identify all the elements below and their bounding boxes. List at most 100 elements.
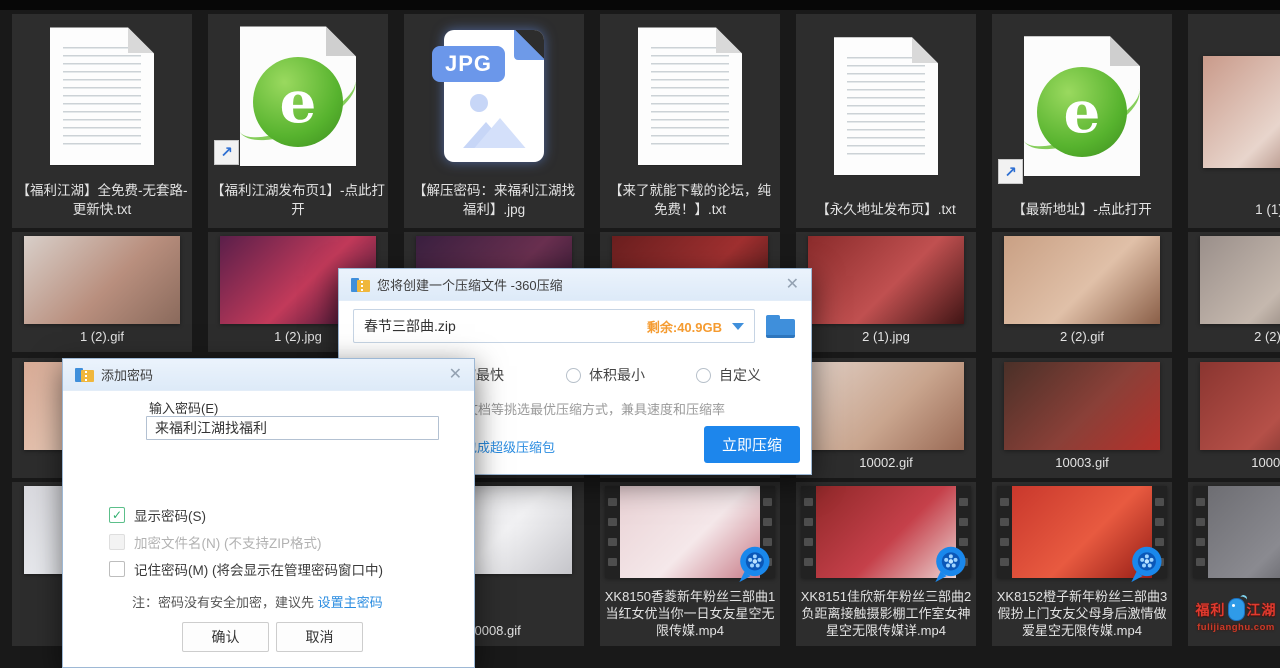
- file-tile[interactable]: 10003.gif: [992, 358, 1172, 478]
- radio-custom-label: 自定义: [719, 365, 761, 385]
- file-label: XK8152橙子新年粉丝三部曲3假扮上门女友父母身后激情做爱星空无限传媒.mp4: [992, 587, 1172, 646]
- browser-shortcut-icon: e↗: [992, 14, 1172, 198]
- filmstrip-edge: [997, 486, 1012, 578]
- compress-now-button[interactable]: 立即压缩: [704, 426, 800, 463]
- jpg-file-icon: JPG: [404, 14, 584, 179]
- file-tile[interactable]: 【永久地址发布页】.txt: [796, 14, 976, 228]
- file-tile[interactable]: 1 (2).gif: [12, 232, 192, 352]
- image-thumbnail: [1004, 362, 1160, 450]
- radio-icon: [566, 368, 581, 383]
- remember-password-label: 记住密码(M) (将会显示在管理密码窗口中): [134, 559, 383, 579]
- media-player-icon: [735, 544, 773, 584]
- password-input[interactable]: [146, 416, 439, 440]
- text-file-icon: [796, 14, 976, 198]
- password-note: 注：密码没有安全加密，建议先 设置主密码: [132, 592, 383, 611]
- archive-app-icon: [351, 277, 370, 293]
- remember-password-checkbox[interactable]: 记住密码(M) (将会显示在管理密码窗口中): [109, 559, 383, 579]
- checkbox-unchecked-icon: [109, 561, 125, 577]
- radio-smallest[interactable]: 体积最小: [566, 365, 645, 385]
- media-player-icon: [931, 544, 969, 584]
- file-label: 1 (1).gif: [1188, 198, 1280, 228]
- file-label: 【永久地址发布页】.txt: [796, 198, 976, 228]
- file-tile[interactable]: JPG【解压密码：来福利江湖找福利】.jpg: [404, 14, 584, 228]
- file-label: 【来了就能下载的论坛，纯免费！】.txt: [600, 179, 780, 228]
- text-file-icon: [12, 14, 192, 179]
- shortcut-arrow-icon: ↗: [214, 140, 239, 165]
- radio-icon: [696, 368, 711, 383]
- media-player-icon: [1127, 544, 1165, 584]
- show-password-checkbox[interactable]: ✓ 显示密码(S): [109, 505, 206, 525]
- file-label: XK8151佳欣新年粉丝三部曲2负距离接触摄影棚工作室女神星空无限传媒详.mp4: [796, 587, 976, 646]
- text-file-icon: [600, 14, 780, 179]
- watermark-url: fulijianghu.com: [1193, 622, 1279, 633]
- browser-shortcut-icon: e↗: [208, 14, 388, 179]
- image-thumbnail: [1203, 56, 1280, 168]
- file-label: 【解压密码：来福利江湖找福利】.jpg: [404, 179, 584, 228]
- encrypt-filename-label: 加密文件名(N) (不支持ZIP格式): [134, 532, 321, 552]
- file-label: 【福利江湖发布页1】-点此打开: [208, 179, 388, 228]
- file-label: 2 (1).jpg: [796, 327, 976, 352]
- image-thumbnail: [1200, 362, 1280, 450]
- image-thumbnail: [24, 236, 180, 324]
- password-field-label: 输入密码(E): [149, 398, 218, 417]
- confirm-button[interactable]: 确认: [182, 622, 269, 652]
- file-tile[interactable]: 1 (1).gif: [1188, 14, 1280, 228]
- file-label: 10002.gif: [796, 453, 976, 478]
- file-label: 【最新地址】-点此打开: [992, 198, 1172, 228]
- radio-smallest-label: 体积最小: [589, 365, 645, 385]
- compression-description: 文档等挑选最优压缩方式，兼具速度和压缩率: [465, 399, 725, 418]
- file-tile[interactable]: 10004.gif: [1188, 358, 1280, 478]
- file-label: XK8150香菱新年粉丝三部曲1当红女优当你一日女友星空无限传媒.mp4: [600, 587, 780, 646]
- mouse-mascot-icon: [1228, 598, 1245, 621]
- file-tile[interactable]: e↗【最新地址】-点此打开: [992, 14, 1172, 228]
- filmstrip-edge: [605, 486, 620, 578]
- file-label: 【福利江湖】全免费-无套路-更新快.txt: [12, 179, 192, 228]
- set-master-password-link[interactable]: 设置主密码: [318, 595, 383, 610]
- note-text: 注：密码没有安全加密，建议先: [132, 595, 318, 610]
- browse-folder-icon[interactable]: [766, 315, 796, 339]
- file-tile[interactable]: 【福利江湖】全免费-无套路-更新快.txt: [12, 14, 192, 228]
- filmstrip-edge: [1193, 486, 1208, 578]
- file-tile[interactable]: e↗【福利江湖发布页1】-点此打开: [208, 14, 388, 228]
- image-thumbnail: [1200, 236, 1280, 324]
- cancel-button[interactable]: 取消: [276, 622, 363, 652]
- filmstrip-edge: [801, 486, 816, 578]
- video-thumbnail: [1193, 486, 1280, 578]
- file-label: 10003.gif: [992, 453, 1172, 478]
- file-tile[interactable]: XK8150香菱新年粉丝三部曲1当红女优当你一日女友星空无限传媒.mp4: [600, 482, 780, 646]
- image-thumbnail: [808, 362, 964, 450]
- file-tile[interactable]: 2 (2).gif: [992, 232, 1172, 352]
- archive-name-input[interactable]: 春节三部曲.zip 剩余:40.9GB: [353, 309, 755, 343]
- zip-dialog-titlebar[interactable]: 您将创建一个压缩文件 -360压缩 ✕: [339, 269, 811, 301]
- close-icon[interactable]: ✕: [786, 277, 799, 293]
- archive-app-icon: [75, 367, 94, 383]
- file-label: 2 (2).gif: [992, 327, 1172, 352]
- close-icon[interactable]: ✕: [449, 367, 462, 383]
- password-dialog-titlebar[interactable]: 添加密码 ✕: [63, 359, 474, 391]
- dropdown-caret-icon[interactable]: [732, 323, 744, 330]
- desktop: 【福利江湖】全免费-无套路-更新快.txte↗【福利江湖发布页1】-点此打开JP…: [0, 0, 1280, 668]
- video-thumbnail: [605, 486, 775, 578]
- archive-name-value: 春节三部曲.zip: [364, 316, 647, 336]
- file-label: 2 (2).jpg: [1188, 327, 1280, 352]
- file-tile[interactable]: XK8151佳欣新年粉丝三部曲2负距离接触摄影棚工作室女神星空无限传媒详.mp4: [796, 482, 976, 646]
- file-label: 1 (2).gif: [12, 327, 192, 352]
- checkbox-disabled-icon: [109, 534, 125, 550]
- shortcut-arrow-icon: ↗: [998, 159, 1023, 184]
- file-label: 10004.gif: [1188, 453, 1280, 478]
- file-tile[interactable]: 2 (1).jpg: [796, 232, 976, 352]
- password-dialog-title: 添加密码: [101, 365, 153, 384]
- encrypt-filename-checkbox: 加密文件名(N) (不支持ZIP格式): [109, 532, 321, 552]
- zip-dialog-title: 您将创建一个压缩文件 -360压缩: [377, 275, 563, 294]
- radio-custom[interactable]: 自定义: [696, 365, 761, 385]
- watermark-text-left: 福利: [1196, 600, 1226, 620]
- file-tile[interactable]: 10002.gif: [796, 358, 976, 478]
- file-tile[interactable]: XK8152橙子新年粉丝三部曲3假扮上门女友父母身后激情做爱星空无限传媒.mp4: [992, 482, 1172, 646]
- file-tile[interactable]: 2 (2).jpg: [1188, 232, 1280, 352]
- password-dialog: 添加密码 ✕ 输入密码(E) ✓ 显示密码(S) 加密文件名(N) (不支持ZI…: [62, 358, 475, 668]
- file-tile[interactable]: 【来了就能下载的论坛，纯免费！】.txt: [600, 14, 780, 228]
- video-thumbnail: [801, 486, 971, 578]
- checkbox-checked-icon: ✓: [109, 507, 125, 523]
- file-label: [1188, 638, 1280, 646]
- video-thumbnail: [997, 486, 1167, 578]
